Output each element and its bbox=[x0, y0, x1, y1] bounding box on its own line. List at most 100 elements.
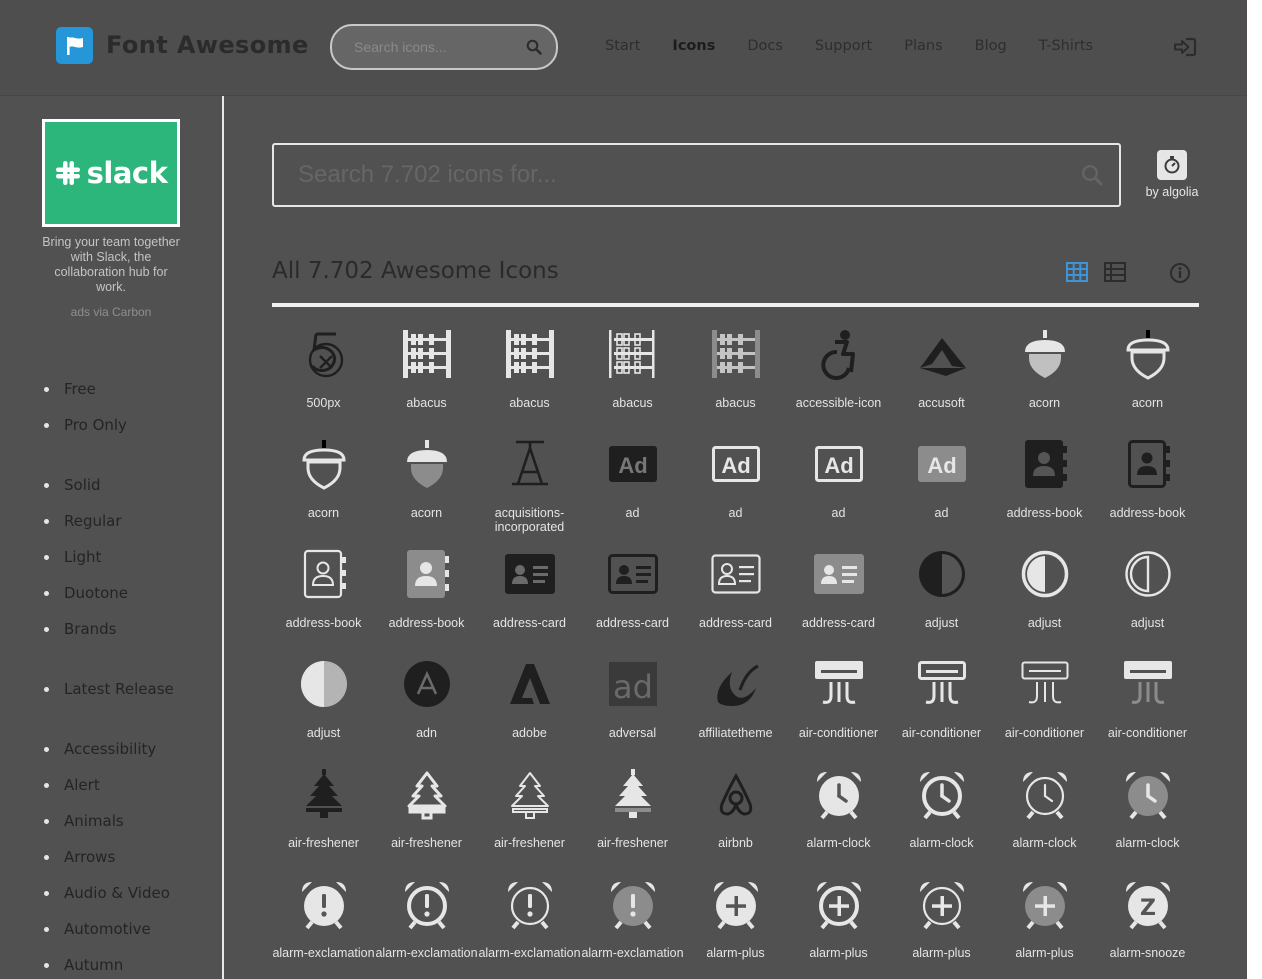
sign-in-icon[interactable] bbox=[1172, 36, 1198, 63]
icon-name-label: ad bbox=[625, 506, 640, 520]
icon-tile-abacus[interactable]: abacus bbox=[581, 320, 684, 430]
icon-tile-500px[interactable]: 500px bbox=[272, 320, 375, 430]
ad-description[interactable]: Bring your team together with Slack, the… bbox=[42, 235, 180, 295]
icon-search-box[interactable] bbox=[272, 143, 1121, 207]
icon-grid: 500px abacus abacus abacus abacus accessible-… bbox=[272, 320, 1199, 979]
icon-tile-alarm-plus[interactable]: alarm-plus bbox=[993, 870, 1096, 979]
icon-tile-adn[interactable]: adn bbox=[375, 650, 478, 760]
icon-tile-address-book[interactable]: address-book bbox=[272, 540, 375, 650]
icon-tile-acorn[interactable]: acorn bbox=[1096, 320, 1199, 430]
icon-tile-address-book[interactable]: address-book bbox=[375, 540, 478, 650]
icon-search-input[interactable] bbox=[298, 145, 1058, 205]
icon-tile-adobe[interactable]: adobe bbox=[478, 650, 581, 760]
icon-tile-acquisitions-incorporated[interactable]: acquisitions-incorporated bbox=[478, 430, 581, 540]
icon-name-label: address-book bbox=[285, 616, 362, 630]
icon-tile-address-card[interactable]: address-card bbox=[581, 540, 684, 650]
alarm-snooze-icon: Z bbox=[1122, 876, 1174, 932]
icon-name-label: affiliatetheme bbox=[698, 726, 773, 740]
alarm-plus-icon bbox=[916, 876, 968, 932]
icon-tile-address-card[interactable]: address-card bbox=[684, 540, 787, 650]
icon-tile-acorn[interactable]: acorn bbox=[993, 320, 1096, 430]
icon-tile-address-book[interactable]: address-book bbox=[993, 430, 1096, 540]
air-conditioner-icon bbox=[1019, 656, 1071, 712]
search-icon[interactable] bbox=[526, 39, 542, 60]
icon-tile-abacus[interactable]: abacus bbox=[684, 320, 787, 430]
ad-icon: Ad bbox=[710, 436, 762, 492]
icon-tile-accessible-icon[interactable]: accessible-icon bbox=[787, 320, 890, 430]
icon-tile-alarm-clock[interactable]: alarm-clock bbox=[1096, 760, 1199, 870]
icon-tile-alarm-clock[interactable]: alarm-clock bbox=[787, 760, 890, 870]
ad-icon: Ad bbox=[813, 436, 865, 492]
icon-tile-accusoft[interactable]: accusoft bbox=[890, 320, 993, 430]
icon-tile-air-conditioner[interactable]: air-conditioner bbox=[1096, 650, 1199, 760]
nav-link-icons[interactable]: Icons bbox=[672, 38, 715, 54]
icon-tile-ad[interactable]: Ad ad bbox=[684, 430, 787, 540]
ad-attribution[interactable]: ads via Carbon bbox=[42, 305, 180, 319]
icon-tile-adjust[interactable]: adjust bbox=[993, 540, 1096, 650]
nav-link-blog[interactable]: Blog bbox=[975, 38, 1007, 54]
icon-tile-air-freshener[interactable]: air-freshener bbox=[581, 760, 684, 870]
icon-name-label: abacus bbox=[612, 396, 653, 410]
icon-name-label: adjust bbox=[1027, 616, 1062, 630]
icon-tile-adversal[interactable]: ad adversal bbox=[581, 650, 684, 760]
icon-tile-alarm-clock[interactable]: alarm-clock bbox=[890, 760, 993, 870]
carbon-ad-banner[interactable]: slack bbox=[42, 119, 180, 227]
icon-tile-ad[interactable]: Ad ad bbox=[787, 430, 890, 540]
icon-tile-alarm-exclamation[interactable]: alarm-exclamation bbox=[581, 870, 684, 979]
icon-tile-air-conditioner[interactable]: air-conditioner bbox=[787, 650, 890, 760]
icon-name-label: air-conditioner bbox=[1107, 726, 1188, 740]
alarm-clock-icon bbox=[1122, 766, 1174, 822]
icon-tile-abacus[interactable]: abacus bbox=[375, 320, 478, 430]
list-view-icon[interactable] bbox=[1104, 262, 1126, 287]
algolia-badge[interactable]: by algolia bbox=[1140, 150, 1204, 199]
icon-tile-abacus[interactable]: abacus bbox=[478, 320, 581, 430]
icon-tile-alarm-exclamation[interactable]: alarm-exclamation bbox=[272, 870, 375, 979]
icon-name-label: air-freshener bbox=[288, 836, 359, 850]
icon-tile-affiliatetheme[interactable]: affiliatetheme bbox=[684, 650, 787, 760]
nav-link-start[interactable]: Start bbox=[605, 38, 640, 54]
alarm-plus-icon bbox=[813, 876, 865, 932]
sidebar-filter-label: Arrows bbox=[64, 848, 116, 866]
slack-ad-image[interactable]: slack bbox=[45, 122, 177, 224]
icon-tile-adjust[interactable]: adjust bbox=[890, 540, 993, 650]
icon-tile-alarm-plus[interactable]: alarm-plus bbox=[684, 870, 787, 979]
top-search-box[interactable] bbox=[330, 24, 558, 70]
icon-tile-air-conditioner[interactable]: air-conditioner bbox=[890, 650, 993, 760]
icon-tile-alarm-exclamation[interactable]: alarm-exclamation bbox=[478, 870, 581, 979]
icon-tile-air-freshener[interactable]: air-freshener bbox=[375, 760, 478, 870]
icon-name-label: 500px bbox=[306, 396, 341, 410]
nav-link-docs[interactable]: Docs bbox=[747, 38, 783, 54]
icon-tile-alarm-snooze[interactable]: Zalarm-snooze bbox=[1096, 870, 1199, 979]
nav-link-support[interactable]: Support bbox=[815, 38, 872, 54]
top-search-input[interactable] bbox=[354, 26, 514, 68]
icon-tile-adjust[interactable]: adjust bbox=[272, 650, 375, 760]
info-circle-icon[interactable] bbox=[1169, 262, 1191, 289]
icon-tile-address-card[interactable]: address-card bbox=[787, 540, 890, 650]
font-awesome-flag-logo-icon[interactable] bbox=[56, 27, 93, 64]
icon-tile-alarm-plus[interactable]: alarm-plus bbox=[787, 870, 890, 979]
icon-tile-acorn[interactable]: acorn bbox=[272, 430, 375, 540]
nav-link-plans[interactable]: Plans bbox=[904, 38, 942, 54]
alarm-clock-icon bbox=[1019, 766, 1071, 822]
icon-tile-address-card[interactable]: address-card bbox=[478, 540, 581, 650]
nav-link-tshirts[interactable]: T-Shirts bbox=[1039, 38, 1093, 54]
icon-tile-address-book[interactable]: address-book bbox=[1096, 430, 1199, 540]
icon-tile-air-freshener[interactable]: air-freshener bbox=[272, 760, 375, 870]
icon-tile-ad[interactable]: Ad ad bbox=[890, 430, 993, 540]
icon-tile-ad[interactable]: Ad ad bbox=[581, 430, 684, 540]
icon-tile-adjust[interactable]: adjust bbox=[1096, 540, 1199, 650]
icon-name-label: adjust bbox=[924, 616, 959, 630]
icon-tile-air-freshener[interactable]: air-freshener bbox=[478, 760, 581, 870]
icon-tile-airbnb[interactable]: airbnb bbox=[684, 760, 787, 870]
icon-tile-alarm-plus[interactable]: alarm-plus bbox=[890, 870, 993, 979]
icon-name-label: acorn bbox=[410, 506, 443, 520]
icon-tile-air-conditioner[interactable]: air-conditioner bbox=[993, 650, 1096, 760]
brand-name[interactable]: Font Awesome bbox=[106, 31, 309, 59]
alarm-exclamation-icon bbox=[504, 876, 556, 932]
grid-view-icon[interactable] bbox=[1066, 262, 1088, 287]
icon-tile-alarm-clock[interactable]: alarm-clock bbox=[993, 760, 1096, 870]
icon-name-label: alarm-plus bbox=[1015, 946, 1074, 960]
icon-tile-acorn[interactable]: acorn bbox=[375, 430, 478, 540]
alarm-exclamation-icon bbox=[298, 876, 350, 932]
icon-tile-alarm-exclamation[interactable]: alarm-exclamation bbox=[375, 870, 478, 979]
